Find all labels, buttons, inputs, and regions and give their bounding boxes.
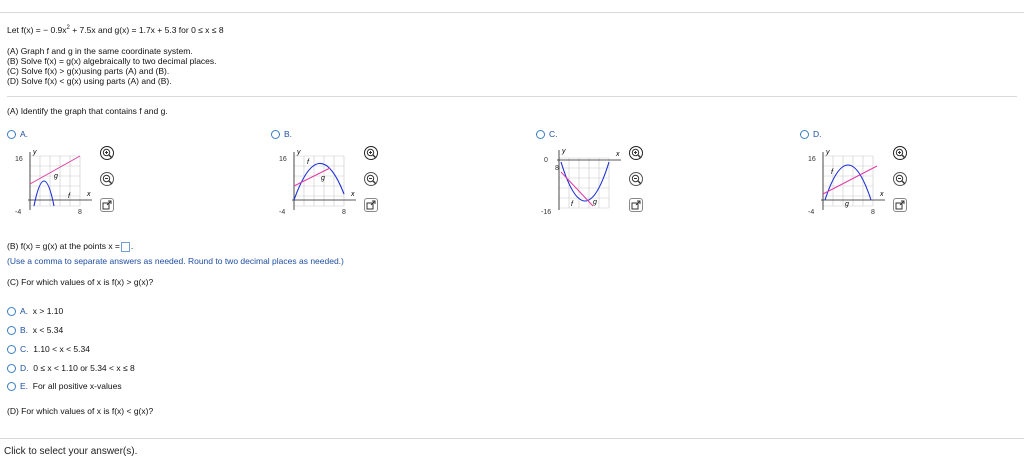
expand-icon[interactable] <box>629 198 643 212</box>
radio-c-e[interactable] <box>7 382 16 392</box>
radio-c-c[interactable] <box>7 345 16 355</box>
task-list: (A) Graph f and g in the same coordinate… <box>7 46 217 86</box>
option-c-letter: C. <box>549 129 558 139</box>
radio-c[interactable] <box>536 130 545 140</box>
svg-text:8: 8 <box>342 209 346 216</box>
zoom-out-icon[interactable] <box>100 172 114 186</box>
top-divider <box>0 12 1024 13</box>
svg-text:8: 8 <box>555 165 559 172</box>
svg-text:-16: -16 <box>541 209 551 216</box>
svg-text:y: y <box>561 148 566 155</box>
zoom-in-icon[interactable] <box>893 146 907 160</box>
option-b-letter: B. <box>284 129 293 139</box>
part-b-prompt-text: (B) f(x) = g(x) at the points x = <box>7 241 120 251</box>
part-c-option-d[interactable]: D. 0 ≤ x < 1.10 or 5.34 < x ≤ 8 <box>7 363 135 374</box>
svg-text:f: f <box>571 201 574 208</box>
svg-text:y: y <box>825 149 830 156</box>
radio-c-a[interactable] <box>7 307 16 317</box>
option-a-letter: A. <box>20 129 29 139</box>
zoom-out-icon[interactable] <box>629 172 643 186</box>
part-c-option-a[interactable]: A. x > 1.10 <box>7 306 64 317</box>
statement-prefix: Let f(x) = − 0.9x <box>7 25 67 35</box>
part-c-option-e[interactable]: E. For all positive x-values <box>7 381 122 392</box>
svg-text:16: 16 <box>279 156 287 163</box>
radio-c-b[interactable] <box>7 326 16 336</box>
zoom-out-icon[interactable] <box>364 172 378 186</box>
graph-option-a: 16 -4 8 y x f g <box>15 149 92 216</box>
zoom-out-icon[interactable] <box>893 172 907 186</box>
svg-text:x: x <box>615 151 620 158</box>
part-b-hint: (Use a comma to separate answers as need… <box>7 256 344 266</box>
task-c: (C) Solve f(x) > g(x)using parts (A) and… <box>7 66 170 76</box>
ymin-label: -4 <box>15 209 21 216</box>
svg-text:0: 0 <box>544 157 548 164</box>
option-text: 1.10 < x < 5.34 <box>33 344 90 354</box>
part-d-prompt: (D) For which values of x is f(x) < g(x)… <box>7 406 154 416</box>
part-b-answer-input[interactable] <box>120 241 130 252</box>
radio-a[interactable] <box>7 130 16 140</box>
zoom-in-icon[interactable] <box>629 146 643 160</box>
part-a-option-d[interactable]: D. <box>800 129 822 140</box>
footer-divider <box>0 438 1024 439</box>
option-letter: C. <box>20 344 29 354</box>
footer-status: Click to select your answer(s). <box>4 446 138 457</box>
statement-divider <box>7 96 1017 97</box>
f-label: f <box>68 193 71 200</box>
part-c-prompt: (C) For which values of x is f(x) > g(x)… <box>7 277 154 287</box>
svg-text:x: x <box>350 191 355 198</box>
svg-text:f: f <box>831 169 834 176</box>
option-text: x > 1.10 <box>32 306 64 316</box>
task-b: (B) Solve f(x) = g(x) algebraically to t… <box>7 56 217 66</box>
g-label: g <box>54 173 58 180</box>
svg-text:g: g <box>321 175 325 182</box>
option-letter: A. <box>20 306 29 316</box>
part-c-option-c[interactable]: C. 1.10 < x < 5.34 <box>7 344 90 355</box>
statement-suffix: + 7.5x and g(x) = 1.7x + 5.3 for 0 ≤ x ≤… <box>69 25 224 35</box>
x-label: x <box>86 191 91 198</box>
option-text: x < 5.34 <box>32 325 64 335</box>
option-text: 0 ≤ x < 1.10 or 5.34 < x ≤ 8 <box>33 363 135 373</box>
expand-icon[interactable] <box>893 198 907 212</box>
svg-text:x: x <box>879 191 884 198</box>
part-a-option-a[interactable]: A. <box>7 129 29 140</box>
svg-text:f: f <box>307 159 310 166</box>
task-a: (A) Graph f and g in the same coordinate… <box>7 46 193 56</box>
option-letter: E. <box>20 381 29 391</box>
radio-d[interactable] <box>800 130 809 140</box>
expand-icon[interactable] <box>364 198 378 212</box>
part-c-option-b[interactable]: B. x < 5.34 <box>7 325 64 336</box>
part-b-prompt: (B) f(x) = g(x) at the points x =. <box>7 241 134 252</box>
problem-statement: Let f(x) = − 0.9x2 + 7.5x and g(x) = 1.7… <box>7 25 224 35</box>
svg-text:8: 8 <box>871 209 875 216</box>
radio-c-d[interactable] <box>7 364 16 374</box>
svg-text:g: g <box>845 201 849 208</box>
svg-text:16: 16 <box>808 156 816 163</box>
graph-option-c: 0 -16 8 y x f g <box>541 148 621 216</box>
svg-text:-4: -4 <box>279 209 285 216</box>
task-d: (D) Solve f(x) < g(x) using parts (A) an… <box>7 76 172 86</box>
option-letter: B. <box>20 325 29 335</box>
option-text: For all positive x-values <box>32 381 122 391</box>
zoom-in-icon[interactable] <box>364 146 378 160</box>
graph-option-b: 16 -4 8 y x f g <box>279 149 356 216</box>
svg-text:g: g <box>593 199 597 206</box>
svg-text:-4: -4 <box>808 209 814 216</box>
option-d-letter: D. <box>813 129 822 139</box>
part-a-option-c[interactable]: C. <box>536 129 558 140</box>
part-a-option-b[interactable]: B. <box>271 129 293 140</box>
svg-text:y: y <box>296 149 301 156</box>
radio-b[interactable] <box>271 130 280 140</box>
option-letter: D. <box>20 363 29 373</box>
ymax-label: 16 <box>15 156 23 163</box>
zoom-in-icon[interactable] <box>100 146 114 160</box>
part-a-prompt: (A) Identify the graph that contains f a… <box>7 106 168 116</box>
f-curve <box>33 180 55 207</box>
xmax-label: 8 <box>78 209 82 216</box>
graph-option-d: 16 -4 8 y x f g <box>808 149 885 216</box>
y-label: y <box>32 149 37 156</box>
expand-icon[interactable] <box>100 198 114 212</box>
